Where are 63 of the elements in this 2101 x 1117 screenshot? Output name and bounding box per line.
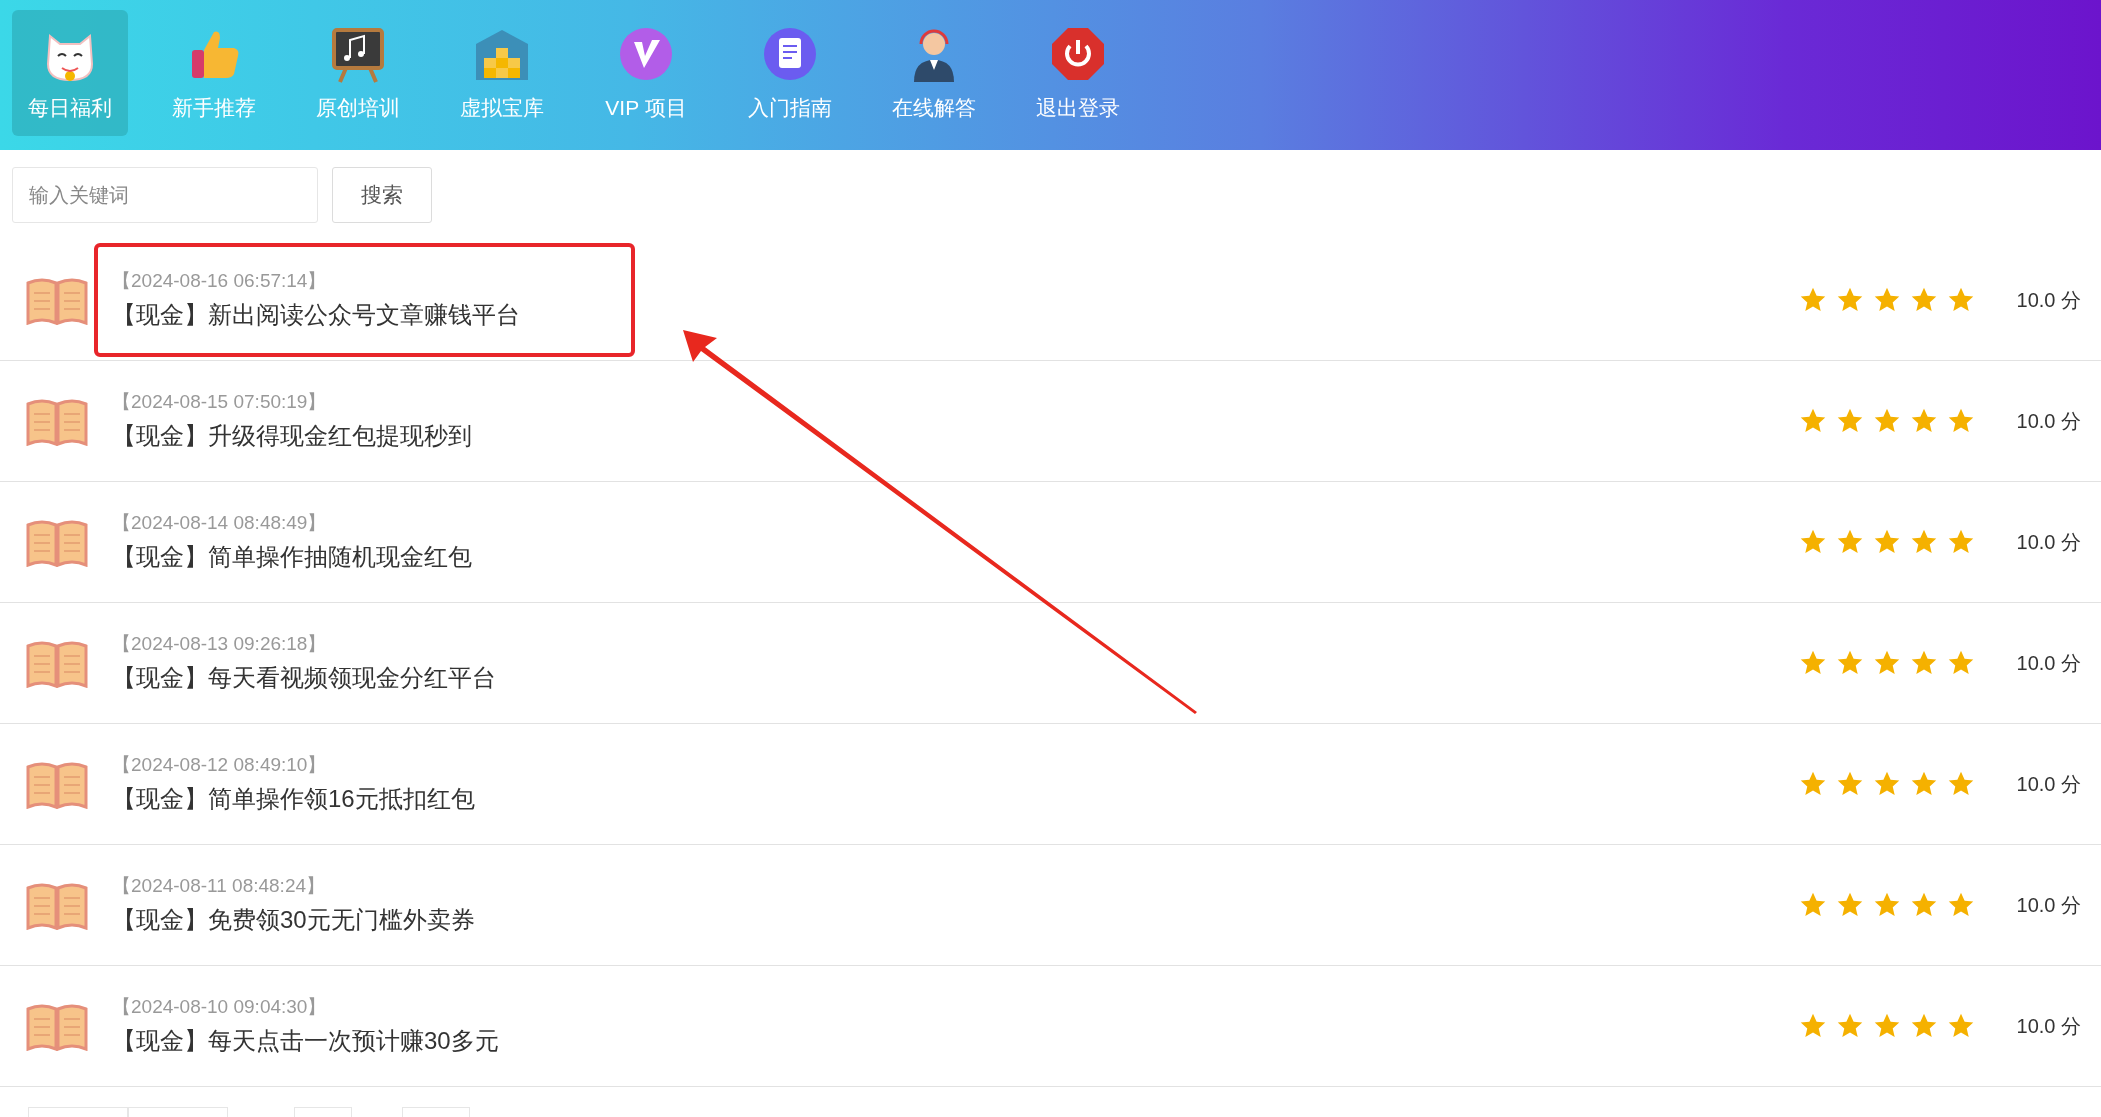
article-time: 【2024-08-13 09:26:18】 — [112, 631, 327, 656]
star-icon — [1910, 649, 1938, 677]
star-icon — [1947, 407, 1975, 435]
article-time: 【2024-08-10 09:04:30】 — [112, 994, 327, 1019]
star-icon — [1910, 770, 1938, 798]
article-title[interactable]: 【现金】每天点击一次预计赚30多元 — [112, 1023, 499, 1060]
star-icon — [1799, 1012, 1827, 1040]
star-icon — [1799, 770, 1827, 798]
article-row[interactable]: 【2024-08-13 09:26:18】 【现金】每天看视频领现金分红平台 10.0 分 — [0, 603, 2101, 724]
star-icon — [1836, 891, 1864, 919]
star-icon — [1799, 286, 1827, 314]
search-button[interactable]: 搜索 — [332, 167, 432, 223]
article-row[interactable]: 【2024-08-16 06:57:14】 【现金】新出阅读公众号文章赚钱平台 10.0 分 — [0, 240, 2101, 361]
star-icon — [1947, 649, 1975, 677]
article-row[interactable]: 【2024-08-12 08:49:10】 【现金】简单操作领16元抵扣红包 10.0 分 — [0, 724, 2101, 845]
star-icon — [1947, 286, 1975, 314]
article-row[interactable]: 【2024-08-11 08:48:24】 【现金】免费领30元无门槛外卖券 10.0 分 — [0, 845, 2101, 966]
rating-score: 10.0 分 — [2016, 893, 2081, 918]
article-row[interactable]: 【2024-08-10 09:04:30】 【现金】每天点击一次预计赚30多元 10.0 分 — [0, 966, 2101, 1087]
article-title[interactable]: 【现金】新出阅读公众号文章赚钱平台 — [112, 297, 520, 334]
article-title[interactable]: 【现金】每天看视频领现金分红平台 — [112, 660, 496, 697]
star-icon — [1836, 770, 1864, 798]
star-icon — [1836, 407, 1864, 435]
article-time: 【2024-08-16 06:57:14】 — [112, 268, 327, 293]
star-icon — [1873, 1012, 1901, 1040]
article-time: 【2024-08-15 07:50:19】 — [112, 389, 327, 414]
article-time: 【2024-08-12 08:49:10】 — [112, 752, 327, 777]
star-icon — [1836, 528, 1864, 556]
article-title[interactable]: 【现金】简单操作领16元抵扣红包 — [112, 781, 475, 818]
search-field[interactable]: 输入关键词 — [12, 167, 318, 223]
rating-score: 10.0 分 — [2016, 1014, 2081, 1039]
rating-score: 10.0 分 — [2016, 772, 2081, 797]
star-icon — [1947, 891, 1975, 919]
star-icon — [1836, 286, 1864, 314]
star-icon — [1910, 286, 1938, 314]
star-icon — [1799, 891, 1827, 919]
rating-score: 10.0 分 — [2016, 409, 2081, 434]
star-icon — [1910, 891, 1938, 919]
article-time: 【2024-08-11 08:48:24】 — [112, 873, 326, 898]
star-icon — [1873, 407, 1901, 435]
star-icon — [1836, 649, 1864, 677]
star-icon — [1873, 649, 1901, 677]
star-icon — [1873, 770, 1901, 798]
article-title[interactable]: 【现金】免费领30元无门槛外卖券 — [112, 902, 475, 939]
star-icon — [1799, 528, 1827, 556]
star-icon — [1799, 407, 1827, 435]
rating-score: 10.0 分 — [2016, 288, 2081, 313]
article-title[interactable]: 【现金】升级得现金红包提现秒到 — [112, 418, 472, 455]
star-icon — [1910, 407, 1938, 435]
article-title[interactable]: 【现金】简单操作抽随机现金红包 — [112, 539, 472, 576]
star-icon — [1947, 1012, 1975, 1040]
star-icon — [1873, 891, 1901, 919]
article-time: 【2024-08-14 08:48:49】 — [112, 510, 327, 535]
star-icon — [1873, 528, 1901, 556]
star-icon — [1836, 1012, 1864, 1040]
star-icon — [1947, 770, 1975, 798]
star-icon — [1910, 1012, 1938, 1040]
star-icon — [1873, 286, 1901, 314]
rating-score: 10.0 分 — [2016, 530, 2081, 555]
star-icon — [1947, 528, 1975, 556]
star-icon — [1799, 649, 1827, 677]
rating-score: 10.0 分 — [2016, 651, 2081, 676]
star-icon — [1910, 528, 1938, 556]
